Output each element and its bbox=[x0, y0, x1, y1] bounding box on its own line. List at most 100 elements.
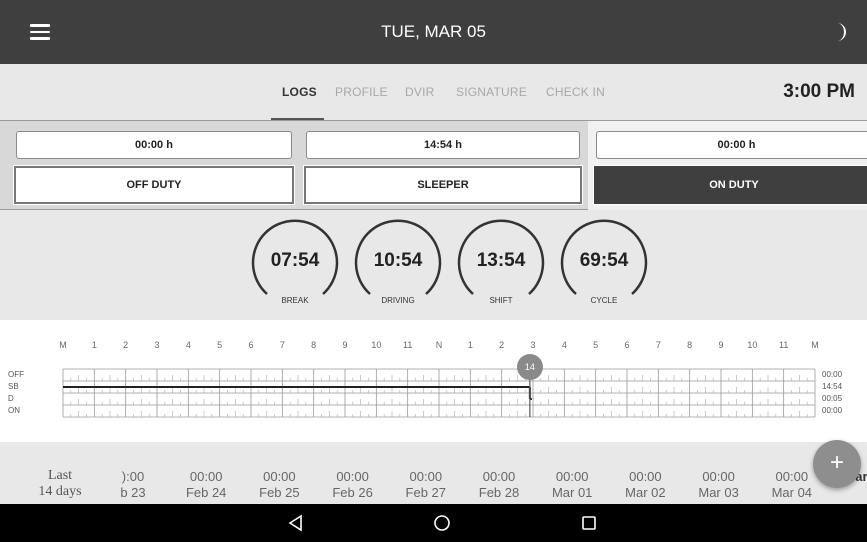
hour-label: 4 bbox=[185, 340, 191, 350]
hour-label: 6 bbox=[248, 340, 254, 350]
row-label: OFF bbox=[8, 370, 24, 379]
last-label-line1: Last bbox=[47, 468, 73, 483]
history-day-date: Feb 26 bbox=[332, 485, 373, 500]
hour-label: 4 bbox=[561, 340, 567, 350]
tab-check-in[interactable]: CHECK IN bbox=[546, 64, 605, 120]
hour-label: 11 bbox=[402, 340, 413, 350]
history-day-date: Feb 24 bbox=[185, 485, 227, 500]
hour-label: 3 bbox=[154, 340, 160, 350]
status-col-sleeper: 14:54 h SLEEPER bbox=[296, 121, 588, 211]
hour-label: 3 bbox=[530, 340, 536, 350]
recents-square-icon[interactable] bbox=[580, 514, 598, 532]
hour-label: 7 bbox=[279, 340, 285, 350]
hour-label: 10 bbox=[747, 340, 758, 350]
history-day-hours: 00:00 bbox=[189, 469, 223, 484]
hour-label: 5 bbox=[217, 340, 223, 350]
history-day-date: Mar 03 bbox=[698, 485, 739, 500]
driving-value: 10:54 bbox=[373, 250, 423, 271]
tab-profile[interactable]: PROFILE bbox=[335, 64, 388, 120]
on-duty-time: 00:00 h bbox=[596, 131, 867, 159]
history-day-hours: 00:00 bbox=[263, 469, 296, 484]
history-day[interactable]: 00:00 Feb 26 bbox=[318, 469, 388, 501]
history-day-hours: 00:00 bbox=[336, 469, 369, 484]
history-day-hours: 00:00 bbox=[702, 469, 735, 484]
history-day-hours: 00:00 bbox=[409, 469, 443, 484]
hour-label: 8 bbox=[687, 340, 693, 350]
break-value: 07:54 bbox=[270, 250, 320, 271]
shift-value: 13:54 bbox=[476, 250, 526, 271]
hour-label: 9 bbox=[718, 340, 724, 350]
current-time: 3:00 PM bbox=[783, 81, 855, 102]
history-day-hours: 00:00 bbox=[555, 469, 589, 484]
history-day[interactable]: ):00 b 23 bbox=[98, 469, 168, 501]
current-time-marker: 14 bbox=[516, 354, 543, 380]
on-duty-button[interactable]: ON DUTY bbox=[593, 165, 867, 205]
row-label: D bbox=[8, 394, 14, 403]
hours-gauges: 07:54 BREAK 10:54 DRIVING 13:54 SHIFT 69… bbox=[0, 210, 867, 320]
break-label: BREAK bbox=[281, 296, 309, 305]
hour-label: 7 bbox=[655, 340, 661, 350]
history-day-date: Mar 01 bbox=[551, 485, 593, 500]
log-grid-lines bbox=[62, 360, 816, 418]
date-title: TUE, MAR 05 bbox=[381, 22, 486, 41]
sleeper-button[interactable]: SLEEPER bbox=[303, 165, 583, 205]
moon-icon[interactable] bbox=[827, 20, 851, 44]
history-day-hours: ):00 bbox=[121, 469, 145, 484]
hour-label: 5 bbox=[593, 340, 599, 350]
hour-label: M bbox=[59, 340, 67, 350]
hour-label: 10 bbox=[371, 340, 382, 350]
app-bar: TUE, MAR 05 bbox=[0, 0, 867, 64]
history-day[interactable]: 00:00 Feb 24 bbox=[171, 469, 241, 501]
history-day-date: Feb 25 bbox=[259, 485, 300, 500]
tab-dvir[interactable]: DVIR bbox=[405, 64, 434, 120]
tab-logs[interactable]: LOGS bbox=[282, 64, 317, 120]
cycle-label: CYCLE bbox=[590, 296, 618, 305]
off-duty-time: 00:00 h bbox=[16, 131, 292, 159]
history-day-hours: 00:00 bbox=[629, 469, 662, 484]
row-label: ON bbox=[8, 406, 20, 415]
history-day[interactable]: 00:00 Mar 02 bbox=[610, 469, 680, 501]
row-label: SB bbox=[8, 382, 19, 391]
row-total: 00:05 bbox=[822, 394, 843, 403]
add-button[interactable]: + bbox=[813, 440, 861, 488]
off-duty-button[interactable]: OFF DUTY bbox=[13, 165, 295, 205]
history-day-date: b 23 bbox=[120, 485, 146, 500]
hour-label: 9 bbox=[342, 340, 348, 350]
hour-label: 2 bbox=[499, 340, 505, 350]
hour-label: N bbox=[435, 340, 443, 350]
history-day[interactable]: 00:00 Feb 25 bbox=[244, 469, 314, 501]
home-circle-icon[interactable] bbox=[433, 514, 451, 532]
duty-status-panel: 00:00 h OFF DUTY 14:54 h SLEEPER 00:00 h… bbox=[0, 120, 867, 211]
history-day-date: Feb 28 bbox=[478, 485, 520, 500]
duty-log-grid[interactable]: 14 M 1 2 3 4 5 6 7 8 9 10 11 N 1 2 3 4 5 6 7 8 9 10 11 M OFF 00:00… bbox=[0, 320, 867, 442]
break-gauge: 07:54 BREAK bbox=[249, 216, 341, 308]
driving-label: DRIVING bbox=[381, 296, 415, 305]
row-total: 14:54 bbox=[822, 382, 843, 391]
hour-label: M bbox=[811, 340, 819, 350]
last-14-days-label[interactable]: Last 14 days bbox=[30, 468, 90, 500]
hour-label: 2 bbox=[123, 340, 129, 350]
status-col-off-duty: 00:00 h OFF DUTY bbox=[0, 121, 296, 211]
cycle-value: 69:54 bbox=[579, 250, 629, 271]
back-triangle-icon[interactable] bbox=[287, 514, 305, 532]
system-nav-bar bbox=[0, 504, 867, 542]
sleeper-time: 14:54 h bbox=[306, 131, 580, 159]
row-total: 00:00 bbox=[822, 406, 843, 415]
tab-signature[interactable]: SIGNATURE bbox=[456, 64, 527, 120]
history-day-date: Mar 02 bbox=[625, 485, 666, 500]
tab-bar: LOGS PROFILE DVIR SIGNATURE CHECK IN 3:0… bbox=[0, 64, 867, 120]
history-day[interactable]: 00:00 Mar 03 bbox=[684, 469, 754, 501]
hour-label: 8 bbox=[311, 340, 317, 350]
status-col-on-duty: 00:00 h ON DUTY bbox=[588, 121, 867, 211]
hour-label: 6 bbox=[624, 340, 630, 350]
history-day[interactable]: 00:00 Feb 27 bbox=[391, 469, 461, 501]
row-total: 00:00 bbox=[822, 370, 843, 379]
hamburger-icon[interactable] bbox=[30, 24, 50, 40]
history-day-date: Feb 27 bbox=[405, 485, 447, 500]
hour-label: 1 bbox=[91, 340, 97, 350]
shift-label: SHIFT bbox=[489, 296, 513, 305]
history-day[interactable]: 00:00 Mar 01 bbox=[537, 469, 607, 501]
last-label-line2: 14 days bbox=[38, 484, 82, 499]
history-day-hours: 00:00 bbox=[482, 469, 516, 484]
history-day[interactable]: 00:00 Feb 28 bbox=[464, 469, 534, 501]
